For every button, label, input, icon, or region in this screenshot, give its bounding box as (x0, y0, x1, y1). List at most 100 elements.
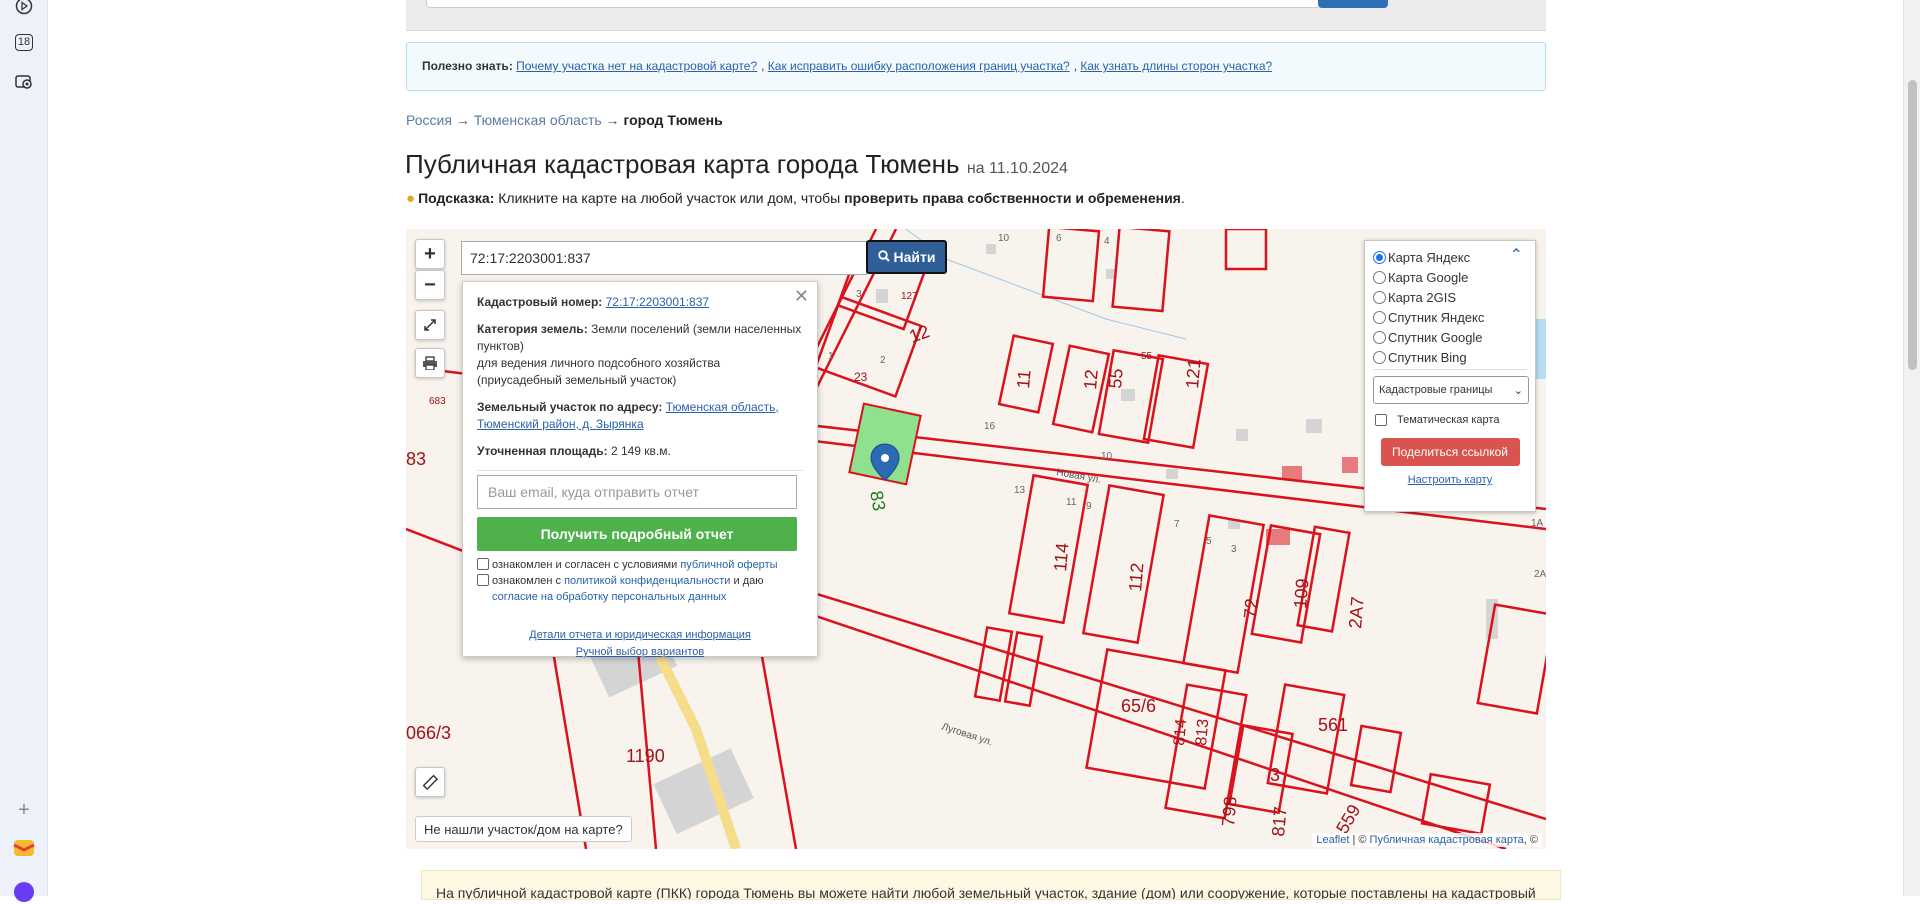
camera-icon[interactable] (12, 70, 36, 94)
search-icon (877, 249, 890, 265)
svg-text:9: 9 (1086, 501, 1092, 512)
plot-info-popup: ✕ Кадастровый номер: 72:17:2203001:837 К… (462, 281, 818, 658)
radio-icon[interactable] (1373, 350, 1386, 364)
agree-offer-checkbox[interactable] (477, 558, 489, 570)
customize-map-link[interactable]: Настроить карту (1408, 474, 1493, 486)
svg-text:1А: 1А (1531, 518, 1544, 529)
agree-offer-text: ознакомлен и согласен с условиями (492, 559, 678, 571)
svg-text:55: 55 (1141, 351, 1153, 362)
radio-icon[interactable] (1373, 290, 1386, 304)
attribution-sep: | © (1349, 834, 1370, 846)
layer-option-bing-sat[interactable]: Спутник Bing (1373, 347, 1527, 367)
layer-option-label: Спутник Bing (1388, 349, 1467, 365)
link-why-missing[interactable]: Почему участка нет на кадастровой карте? (516, 59, 757, 73)
add-icon[interactable]: + (12, 798, 36, 822)
hint-text: Кликните на карте на любой участок или д… (498, 190, 841, 206)
cad-number-link[interactable]: 72:17:2203001:837 (606, 295, 709, 309)
search-button[interactable]: Найти (866, 240, 947, 274)
link-side-lengths[interactable]: Как узнать длины сторон участка? (1080, 59, 1272, 73)
svg-text:Луговая ул.: Луговая ул. (940, 721, 994, 748)
address-label: Земельный участок по адресу: (477, 400, 663, 414)
page-title-text: Публичная кадастровая карта города Тюмен… (405, 149, 960, 179)
svg-text:55: 55 (1105, 368, 1127, 390)
chevron-up-icon[interactable]: ⌃ (1510, 245, 1523, 265)
not-found-button[interactable]: Не нашли участок/дом на карте? (415, 816, 632, 842)
report-details-link[interactable]: Детали отчета и юридическая информация (529, 629, 751, 641)
cadastral-search-input[interactable] (461, 241, 867, 275)
top-search-button[interactable] (1318, 0, 1388, 8)
layer-option-2gis[interactable]: Карта 2GIS (1373, 287, 1527, 307)
lightbulb-icon: ● (406, 190, 416, 207)
usage-value: для ведения личного подсобного хозяйства… (477, 356, 721, 387)
email-input[interactable]: Ваш email, куда отправить отчет (477, 475, 797, 509)
useful-info-box: Полезно знать: Почему участка нет на кад… (406, 42, 1546, 91)
svg-text:83: 83 (866, 489, 889, 512)
breadcrumb-region[interactable]: Тюменская область (474, 112, 602, 128)
svg-text:3: 3 (856, 289, 862, 300)
svg-text:2: 2 (880, 355, 886, 366)
svg-text:1: 1 (828, 351, 834, 362)
app-icon[interactable] (12, 880, 36, 904)
layer-option-yandex-sat[interactable]: Спутник Яндекс (1373, 307, 1527, 327)
radio-icon[interactable] (1373, 270, 1386, 284)
area-value: 2 149 кв.м. (610, 444, 671, 458)
fullscreen-icon[interactable] (415, 310, 445, 340)
svg-text:13: 13 (1014, 485, 1026, 496)
hint-end: . (1180, 190, 1185, 206)
svg-text:5: 5 (1206, 536, 1212, 547)
layer-option-google-map[interactable]: Карта Google (1373, 267, 1527, 287)
breadcrumb-current: город Тюмень (623, 112, 723, 128)
breadcrumb: Россия → Тюменская область → город Тюмен… (406, 112, 723, 128)
cadastral-map[interactable]: 83 1190 066/3 83 683 114 112 72 109 2А7 … (406, 229, 1546, 849)
layer-option-google-sat[interactable]: Спутник Google (1373, 327, 1527, 347)
close-icon[interactable]: ✕ (794, 286, 809, 307)
agree-privacy-text: ознакомлен с (492, 575, 562, 587)
map-attribution: Leaflet | © Публичная кадастровая карта,… (1312, 833, 1542, 847)
thematic-checkbox[interactable] (1375, 414, 1387, 426)
ruler-icon[interactable] (415, 767, 445, 797)
svg-text:65/6: 65/6 (1121, 696, 1156, 716)
zoom-in-button[interactable]: + (415, 239, 445, 269)
svg-text:561: 561 (1318, 715, 1348, 735)
svg-text:4: 4 (1104, 236, 1110, 247)
link-fix-error[interactable]: Как исправить ошибку расположения границ… (768, 59, 1070, 73)
radio-icon[interactable] (1373, 250, 1386, 264)
svg-text:83: 83 (406, 449, 426, 469)
layer-option-yandex-map[interactable]: Карта Яндекс (1373, 247, 1527, 267)
svg-text:683: 683 (429, 396, 446, 407)
svg-text:7: 7 (1174, 519, 1180, 530)
share-link-button[interactable]: Поделиться ссылкой (1380, 438, 1520, 466)
svg-text:559: 559 (1332, 801, 1364, 837)
pkk-link[interactable]: Публичная кадастровая карта (1370, 834, 1524, 846)
personal-data-link[interactable]: согласие на обработку персональных данны… (492, 591, 726, 603)
svg-text:798: 798 (1218, 796, 1241, 828)
page-scrollbar[interactable] (1903, 0, 1920, 896)
offer-link[interactable]: публичной оферты (680, 559, 777, 571)
svg-text:10: 10 (1101, 451, 1113, 462)
svg-text:3: 3 (1270, 765, 1280, 785)
get-report-button[interactable]: Получить подробный отчет (477, 517, 797, 551)
agree-privacy-checkbox[interactable] (477, 574, 489, 586)
overlay-select-value: Кадастровые границы (1379, 384, 1493, 396)
page-title: Публичная кадастровая карта города Тюмен… (405, 149, 1068, 180)
mail-app-icon[interactable] (12, 836, 36, 860)
svg-text:817: 817 (1268, 806, 1291, 838)
age-badge-icon[interactable]: 18 (12, 30, 36, 54)
play-icon[interactable] (12, 0, 36, 18)
radio-icon[interactable] (1373, 310, 1386, 324)
hint-label: Подсказка: (418, 190, 495, 206)
overlay-select[interactable]: Кадастровые границы ⌄ (1373, 376, 1529, 404)
useful-label: Полезно знать: (422, 59, 513, 73)
layer-option-label: Карта 2GIS (1388, 289, 1457, 305)
top-search-field[interactable] (426, 0, 1321, 8)
radio-icon[interactable] (1373, 330, 1386, 344)
breadcrumb-russia[interactable]: Россия (406, 112, 452, 128)
leaflet-link[interactable]: Leaflet (1316, 834, 1349, 846)
layer-option-label: Карта Google (1388, 269, 1469, 285)
print-icon[interactable] (415, 348, 445, 378)
zoom-out-button[interactable]: − (415, 270, 445, 300)
manual-select-link[interactable]: Ручной выбор вариантов (576, 646, 704, 658)
thematic-toggle[interactable]: Тематическая карта (1373, 414, 1527, 426)
scroll-thumb[interactable] (1908, 80, 1917, 370)
privacy-link[interactable]: политикой конфиденциальности (564, 575, 730, 587)
